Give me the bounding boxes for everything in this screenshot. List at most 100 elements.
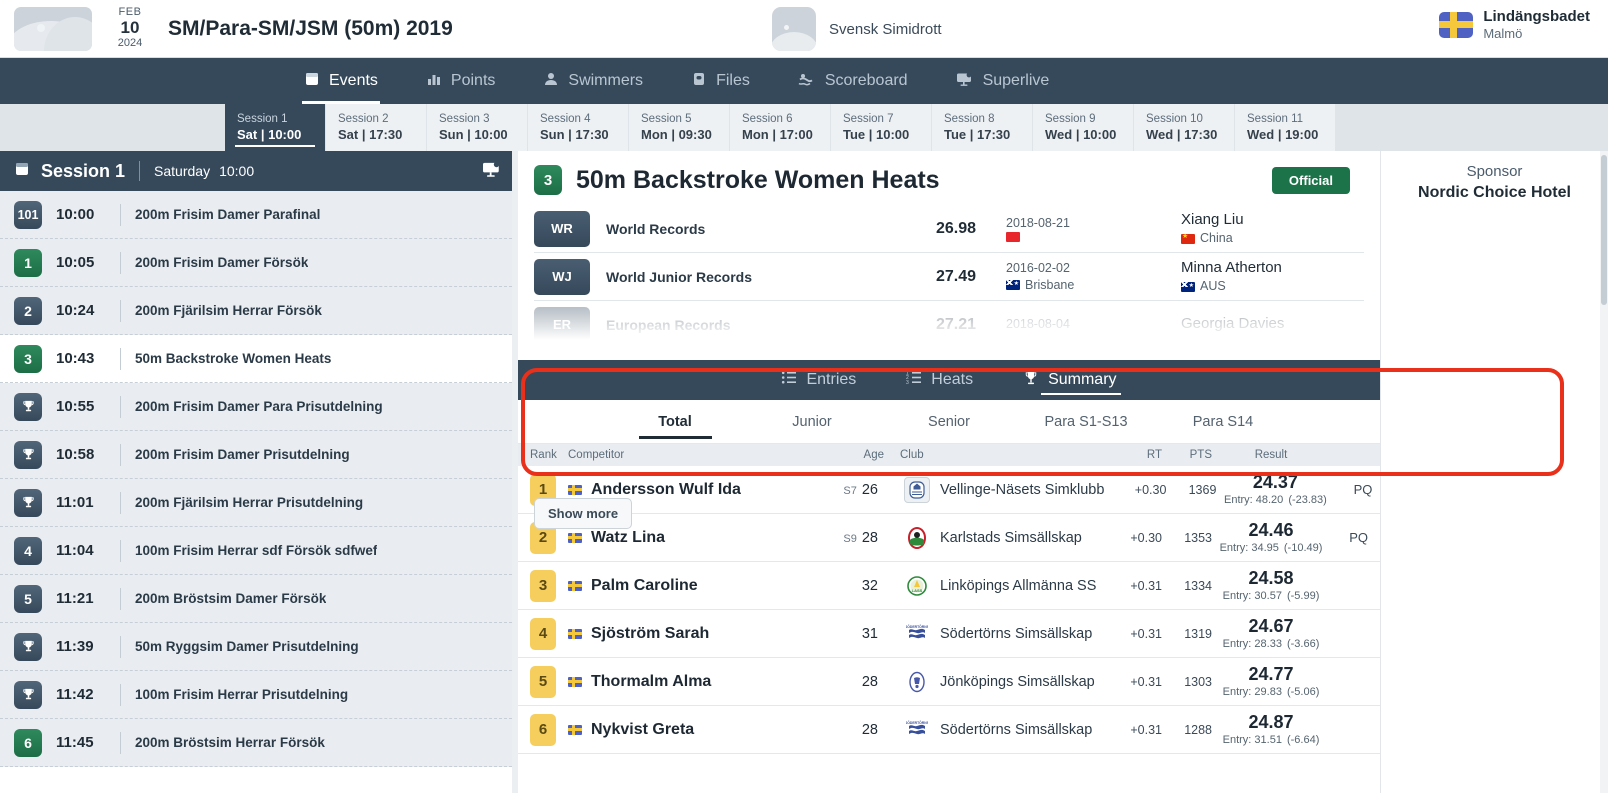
session-name: Session 4 (540, 113, 591, 126)
sweden-flag-icon (568, 676, 582, 687)
nav-item-points[interactable]: Points (402, 58, 519, 104)
sponsor-label: Sponsor (1466, 163, 1523, 180)
event-row-ceremony-1058[interactable]: 10:58 200m Frisim Damer Prisutdelning (0, 431, 517, 479)
session-tab-2[interactable]: Session 2 Sat | 17:30 (326, 104, 427, 151)
session-tab-6[interactable]: Session 6 Mon | 17:00 (730, 104, 831, 151)
table-row[interactable]: 5 Thormalm Alma 28 Jönköpings Simsällska… (518, 658, 1380, 706)
trophy-icon (14, 392, 42, 421)
nav-item-events[interactable]: Events (280, 58, 402, 104)
result-time: 24.87 (1248, 712, 1294, 733)
record-time: 27.49 (935, 267, 976, 285)
event-row-4[interactable]: 4 11:04 100m Frisim Herrar sdf Försök sd… (0, 527, 517, 575)
monitor-broadcast-icon[interactable] (481, 160, 503, 183)
column-header-club: Club (900, 449, 924, 461)
club-name: Vellinge-Näsets Simklubb (940, 481, 1105, 498)
nav-item-scoreboard[interactable]: Scoreboard (774, 58, 932, 104)
subtab-para-s14[interactable]: Para S14 (1155, 400, 1292, 444)
session-tab-9[interactable]: Session 9 Wed | 10:00 (1033, 104, 1134, 151)
competitor-name: Thormalm Alma (591, 672, 712, 690)
summary-subtabs: Total Junior Senior Para S1-S13 Para S14 (518, 400, 1380, 444)
result-time: 24.77 (1248, 664, 1294, 685)
table-row[interactable]: 2 Watz Lina S9 28 Karlstads Simsällskap +… (518, 514, 1380, 562)
session-tab-10[interactable]: Session 10 Wed | 17:30 (1134, 104, 1235, 151)
para-class: S7 (843, 484, 857, 497)
event-badge: 6 (14, 728, 42, 757)
session-name: Session 5 (641, 113, 692, 126)
tab-heats[interactable]: 123 Heats (902, 360, 977, 400)
session-time: Sat | 17:30 (338, 126, 403, 142)
sidebar-header: Session 1 Saturday 10:00 (0, 151, 517, 191)
date-year: 2024 (117, 36, 143, 49)
tab-summary[interactable]: Summary (1019, 360, 1121, 400)
event-row-2[interactable]: 2 10:24 200m Fjärilsim Herrar Försök (0, 287, 517, 335)
sponsor-name: Nordic Choice Hotel (1418, 184, 1571, 201)
organizer-name: Svensk Simidrott (829, 20, 942, 38)
session-tab-8[interactable]: Session 8 Tue | 17:30 (932, 104, 1033, 151)
competitor-name: Nykvist Greta (591, 720, 695, 738)
australia-flag-icon (1181, 281, 1195, 292)
plain-red-flag-icon (1006, 231, 1020, 242)
tab-entries[interactable]: Entries (777, 360, 860, 400)
session-tab-11[interactable]: Session 11 Wed | 19:00 (1235, 104, 1336, 151)
nav-label-events: Events (329, 72, 378, 89)
record-date: 2016-02-02 (1006, 260, 1070, 275)
table-row[interactable]: 4 Sjöström Sarah 31 SÖDERTÖRNS Södertörn… (518, 610, 1380, 658)
subtab-junior[interactable]: Junior (744, 400, 881, 444)
entry-time: Entry: 34.95 (1219, 541, 1279, 554)
venue-name: Lindängsbadet (1483, 8, 1590, 25)
age-value: 32 (861, 577, 878, 594)
session-name: Session 7 (843, 113, 894, 126)
column-header-age: Age (863, 449, 884, 461)
event-row-6[interactable]: 6 11:45 200m Bröstsim Herrar Försök (0, 719, 517, 767)
table-row[interactable]: 6 Nykvist Greta 28 SÖDERTÖRNS Södertörns… (518, 706, 1380, 754)
table-row[interactable]: 3 Palm Caroline 32 LASS Linköpings Allmä… (518, 562, 1380, 610)
session-time: Tue | 17:30 (944, 126, 1011, 142)
nav-label-files: Files (716, 72, 750, 89)
trophy-icon (14, 488, 42, 517)
event-name: 200m Fjärilsim Herrar Försök (135, 303, 322, 318)
event-row-3[interactable]: 3 10:43 50m Backstroke Women Heats (0, 335, 517, 383)
entry-time: Entry: 31.51 (1222, 733, 1282, 746)
age-value: 26 (861, 481, 878, 498)
event-row-ceremony-1101[interactable]: 11:01 200m Fjärilsim Herrar Prisutdelnin… (0, 479, 517, 527)
calendar-icon (14, 161, 30, 182)
record-athlete: Minna Atherton (1181, 258, 1282, 276)
session-name: Session 9 (1045, 113, 1096, 126)
event-time: 11:42 (56, 686, 94, 703)
sidebar-session-time: 10:00 (219, 163, 255, 179)
show-more-button[interactable]: Show more (534, 498, 633, 529)
event-row-101[interactable]: 101 10:00 200m Frisim Damer Parafinal (0, 191, 517, 239)
event-row-ceremony-1142[interactable]: 11:42 100m Frisim Herrar Prisutdelning (0, 671, 517, 719)
event-row-ceremony-1139[interactable]: 11:39 50m Ryggsim Damer Prisutdelning (0, 623, 517, 671)
subtab-total[interactable]: Total (607, 400, 744, 444)
event-badge: 5 (14, 584, 42, 613)
subtab-para-s1-s13[interactable]: Para S1-S13 (1018, 400, 1155, 444)
session-time: Sun | 17:30 (540, 126, 609, 142)
event-row-ceremony-1055[interactable]: 10:55 200m Frisim Damer Para Prisutdelni… (0, 383, 517, 431)
nav-item-swimmers[interactable]: Swimmers (519, 58, 667, 104)
nav-item-superlive[interactable]: Superlive (932, 58, 1074, 104)
record-name: World Records (606, 220, 706, 237)
person-icon (543, 71, 559, 92)
session-time: Mon | 17:00 (742, 126, 813, 142)
page-scrollbar[interactable] (1600, 151, 1608, 793)
session-tab-1[interactable]: Session 1 Sat | 10:00 (225, 104, 326, 151)
event-time: 10:05 (56, 254, 95, 271)
session-tab-3[interactable]: Session 3 Sun | 10:00 (427, 104, 528, 151)
results-list: 1 Andersson Wulf Ida S7 26 Vellinge-Näset… (518, 466, 1380, 793)
session-tab-5[interactable]: Session 5 Mon | 09:30 (629, 104, 730, 151)
subtab-senior[interactable]: Senior (881, 400, 1018, 444)
nav-item-files[interactable]: Files (667, 58, 774, 104)
age-value: 28 (861, 673, 878, 690)
competitor-name: Sjöström Sarah (591, 624, 710, 642)
session-tab-7[interactable]: Session 7 Tue | 10:00 (831, 104, 932, 151)
event-name: 50m Backstroke Women Heats (135, 351, 332, 366)
reaction-time: +0.31 (1130, 674, 1162, 689)
event-row-5[interactable]: 5 11:21 200m Bröstsim Damer Försök (0, 575, 517, 623)
table-row[interactable]: 1 Andersson Wulf Ida S7 26 Vellinge-Näset… (518, 466, 1380, 514)
time-diff: (-5.99) (1286, 589, 1320, 602)
svg-text:SÖDERTÖRNS: SÖDERTÖRNS (906, 720, 928, 725)
reaction-time: +0.31 (1130, 578, 1162, 593)
event-row-1[interactable]: 1 10:05 200m Frisim Damer Försök (0, 239, 517, 287)
session-tab-4[interactable]: Session 4 Sun | 17:30 (528, 104, 629, 151)
